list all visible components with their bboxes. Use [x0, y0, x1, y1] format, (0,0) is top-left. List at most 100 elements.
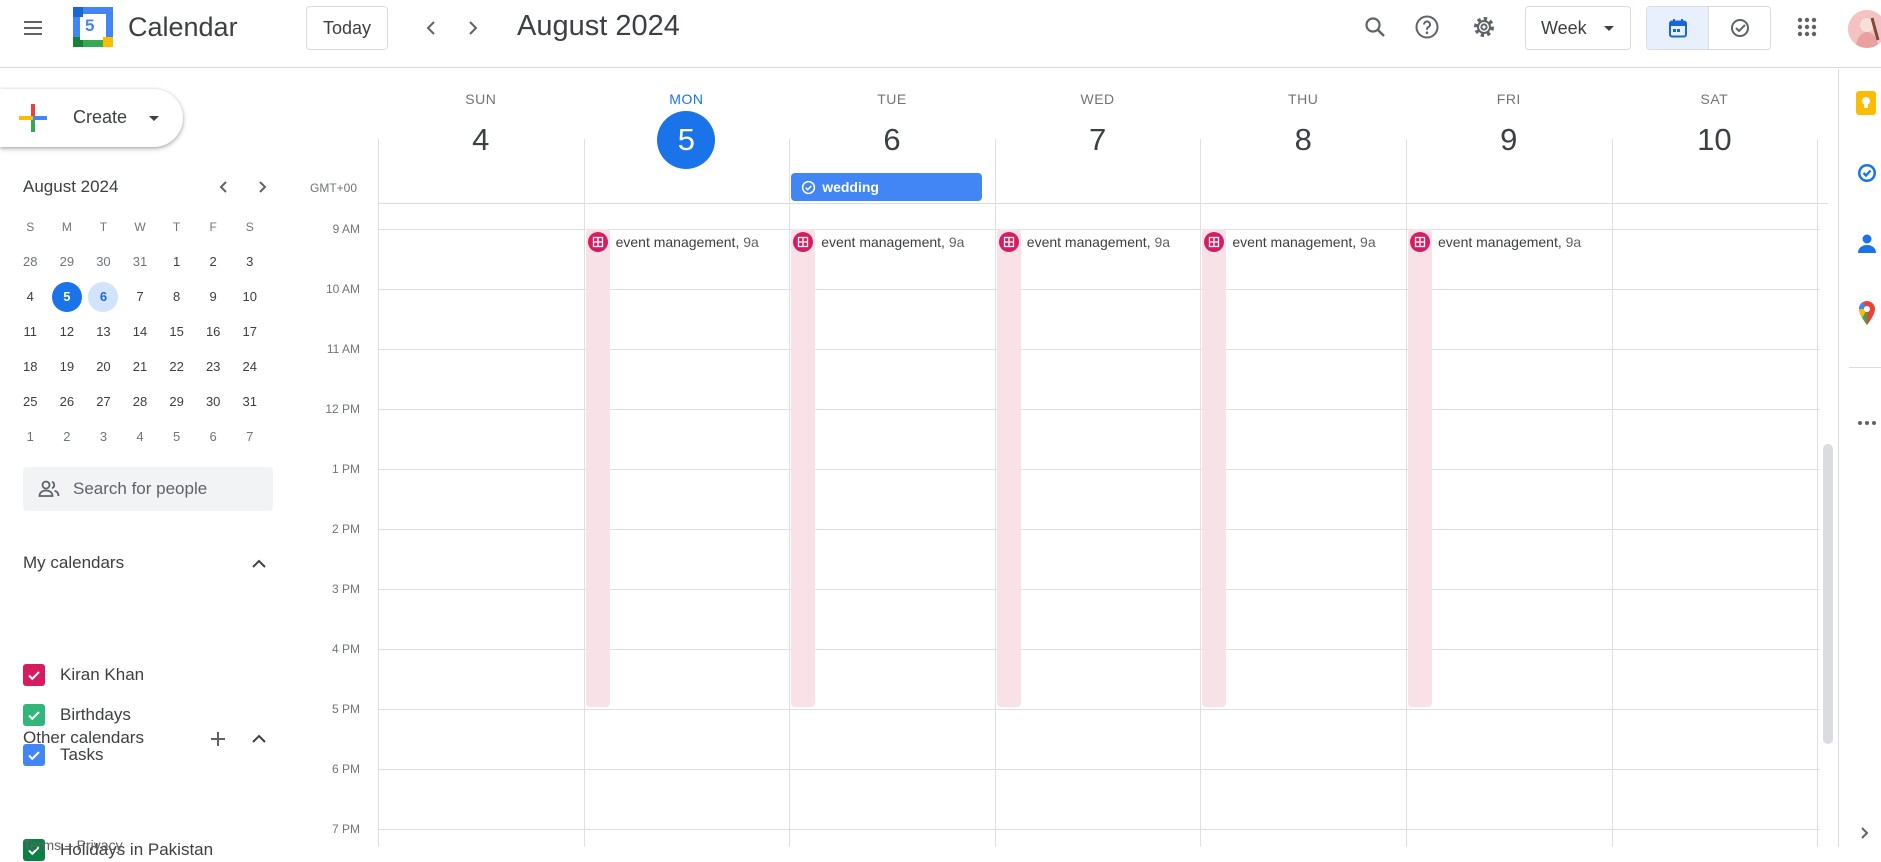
- other-calendars-heading[interactable]: Other calendars: [23, 728, 144, 748]
- mini-calendar-day[interactable]: 30: [85, 244, 122, 279]
- mini-calendar-day[interactable]: 15: [158, 314, 195, 349]
- day-date[interactable]: 8: [1274, 111, 1332, 169]
- search-button[interactable]: [1354, 6, 1396, 48]
- my-calendars-heading[interactable]: My calendars: [23, 553, 124, 573]
- mini-calendar-prev-button[interactable]: [210, 173, 238, 201]
- next-week-button[interactable]: [452, 8, 492, 48]
- apps-launcher-button[interactable]: [1786, 6, 1828, 48]
- settings-button[interactable]: [1463, 6, 1505, 48]
- create-button[interactable]: Create: [0, 89, 183, 147]
- day-date[interactable]: 5: [657, 111, 716, 169]
- mini-calendar-day[interactable]: 3: [231, 244, 268, 279]
- help-button[interactable]: [1406, 6, 1448, 48]
- main-menu-button[interactable]: [12, 7, 54, 49]
- mini-calendar-day[interactable]: 30: [195, 384, 232, 419]
- hide-side-panel-button[interactable]: [1854, 819, 1881, 847]
- account-avatar[interactable]: [1848, 10, 1881, 48]
- tasks-view-button[interactable]: [1709, 7, 1770, 49]
- vertical-scrollbar[interactable]: [1823, 444, 1833, 744]
- mini-calendar-day[interactable]: 6: [195, 419, 232, 454]
- mini-calendar-day[interactable]: 5: [49, 279, 86, 314]
- mini-calendar-day[interactable]: 28: [122, 384, 159, 419]
- mini-calendar-day[interactable]: 10: [231, 279, 268, 314]
- calendar-list-item[interactable]: Kiran Khan: [23, 663, 144, 687]
- event-block[interactable]: [1202, 229, 1227, 707]
- mini-calendar-day[interactable]: 13: [85, 314, 122, 349]
- terms-privacy-link[interactable]: Terms – Privacy: [23, 837, 123, 853]
- mini-calendar-day[interactable]: 23: [195, 349, 232, 384]
- mini-calendar-day[interactable]: 1: [12, 419, 49, 454]
- mini-calendar-day[interactable]: 8: [158, 279, 195, 314]
- day-header[interactable]: THU 8: [1200, 69, 1406, 169]
- day-header[interactable]: TUE 6: [789, 69, 995, 169]
- mini-calendar-day[interactable]: 31: [231, 384, 268, 419]
- mini-calendar-day[interactable]: 14: [122, 314, 159, 349]
- calendar-logo[interactable]: 5: [73, 7, 113, 47]
- collapse-my-calendars-button[interactable]: [244, 549, 274, 579]
- mini-calendar-day[interactable]: 18: [12, 349, 49, 384]
- mini-calendar-day[interactable]: 20: [85, 349, 122, 384]
- keep-button[interactable]: [1854, 89, 1881, 117]
- event-chip[interactable]: event management, 9a: [1204, 232, 1392, 252]
- mini-calendar-day[interactable]: 5: [158, 419, 195, 454]
- mini-calendar-day[interactable]: 26: [49, 384, 86, 419]
- mini-calendar-day[interactable]: 6: [85, 279, 122, 314]
- mini-calendar-day[interactable]: 16: [195, 314, 232, 349]
- day-header[interactable]: SUN 4: [378, 69, 584, 169]
- calendar-list-item[interactable]: Birthdays: [23, 703, 131, 727]
- day-date[interactable]: 10: [1685, 111, 1743, 169]
- day-header[interactable]: FRI 9: [1406, 69, 1612, 169]
- mini-calendar-day[interactable]: 27: [85, 384, 122, 419]
- mini-calendar-day[interactable]: 11: [12, 314, 49, 349]
- day-header[interactable]: SAT 10: [1612, 69, 1818, 169]
- day-header[interactable]: MON 5: [584, 69, 790, 169]
- add-other-calendar-button[interactable]: [203, 724, 233, 754]
- search-people-field[interactable]: Search for people: [23, 467, 273, 511]
- previous-week-button[interactable]: [412, 8, 452, 48]
- calendar-checkbox[interactable]: [23, 664, 45, 686]
- mini-calendar-day[interactable]: 1: [158, 244, 195, 279]
- event-block[interactable]: [791, 229, 816, 707]
- mini-calendar-day[interactable]: 29: [158, 384, 195, 419]
- tasks-button[interactable]: [1854, 159, 1881, 187]
- event-chip[interactable]: event management, 9a: [1410, 232, 1598, 252]
- day-date[interactable]: 6: [863, 111, 921, 169]
- all-day-event-wedding[interactable]: wedding: [791, 173, 982, 201]
- event-chip[interactable]: event management, 9a: [587, 232, 776, 252]
- event-chip[interactable]: event management, 9a: [998, 232, 1187, 252]
- mini-calendar-day[interactable]: 7: [231, 419, 268, 454]
- mini-calendar-day[interactable]: 21: [122, 349, 159, 384]
- mini-calendar-day[interactable]: 17: [231, 314, 268, 349]
- event-block[interactable]: [585, 229, 610, 707]
- event-block[interactable]: [996, 229, 1021, 707]
- mini-calendar-day[interactable]: 7: [122, 279, 159, 314]
- mini-calendar-day[interactable]: 25: [12, 384, 49, 419]
- mini-calendar-day[interactable]: 12: [49, 314, 86, 349]
- day-date[interactable]: 4: [452, 111, 510, 169]
- mini-calendar-day[interactable]: 22: [158, 349, 195, 384]
- mini-calendar-day[interactable]: 3: [85, 419, 122, 454]
- mini-calendar-day[interactable]: 4: [122, 419, 159, 454]
- calendar-checkbox[interactable]: [23, 704, 45, 726]
- more-options-button[interactable]: [1854, 409, 1881, 437]
- mini-calendar-day[interactable]: 4: [12, 279, 49, 314]
- view-selector[interactable]: Week: [1525, 6, 1631, 50]
- mini-calendar-day[interactable]: 28: [12, 244, 49, 279]
- mini-calendar-day[interactable]: 2: [49, 419, 86, 454]
- mini-calendar-day[interactable]: 24: [231, 349, 268, 384]
- collapse-other-calendars-button[interactable]: [244, 724, 274, 754]
- event-chip[interactable]: event management, 9a: [793, 232, 981, 252]
- mini-calendar-next-button[interactable]: [248, 173, 276, 201]
- calendar-view-button[interactable]: [1647, 7, 1709, 49]
- time-grid[interactable]: 9 AM 10 AM 11 AM 12 PM 1 PM 2 PM 3 PM 4 PM 5 PM 6…: [300, 139, 1820, 847]
- mini-calendar-day[interactable]: 9: [195, 279, 232, 314]
- mini-calendar-day[interactable]: 29: [49, 244, 86, 279]
- mini-calendar-day[interactable]: 19: [49, 349, 86, 384]
- day-header[interactable]: WED 7: [995, 69, 1201, 169]
- today-button[interactable]: Today: [306, 6, 388, 50]
- day-date[interactable]: 7: [1069, 111, 1127, 169]
- event-block[interactable]: [1408, 229, 1432, 707]
- mini-calendar-day[interactable]: 2: [195, 244, 232, 279]
- contacts-button[interactable]: [1854, 229, 1881, 257]
- day-date[interactable]: 9: [1480, 111, 1538, 169]
